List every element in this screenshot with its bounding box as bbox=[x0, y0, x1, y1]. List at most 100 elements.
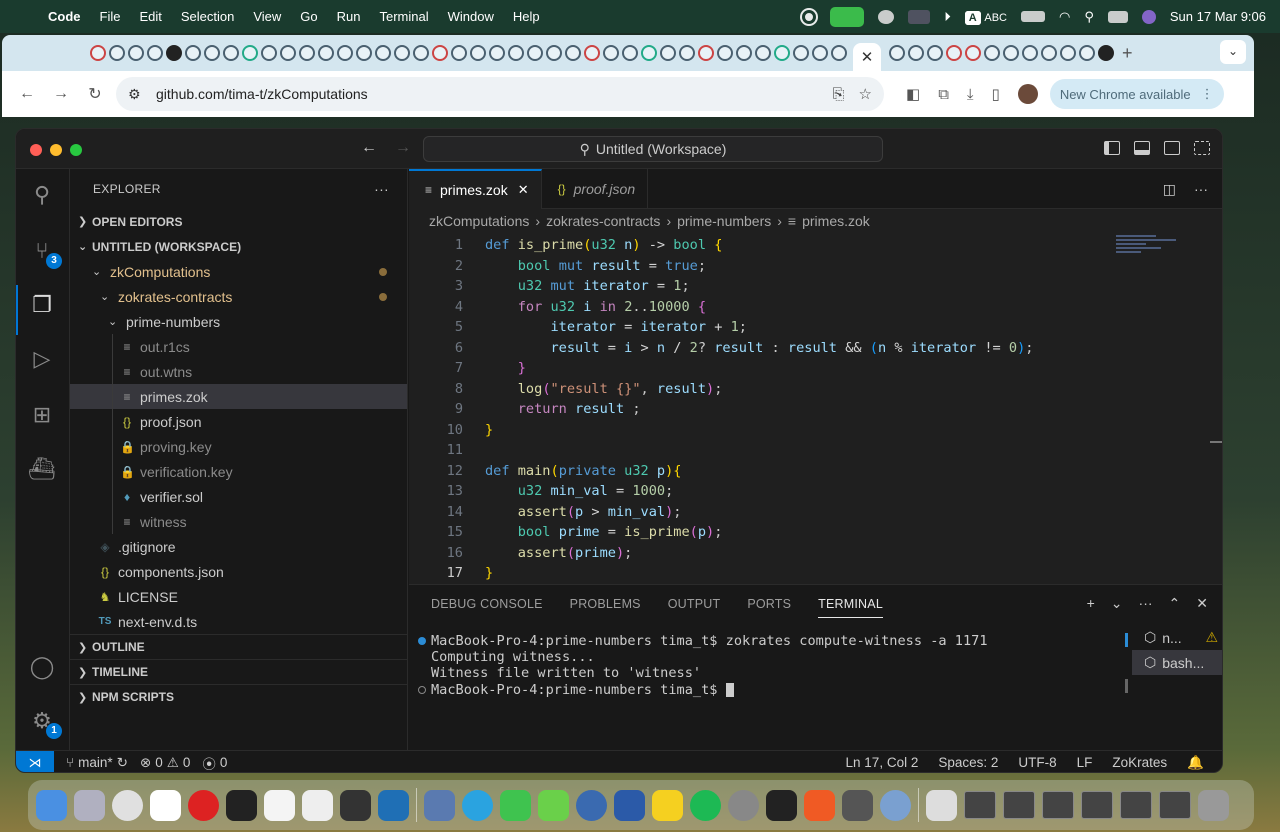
tab-favicon[interactable] bbox=[470, 45, 486, 61]
preview-icon[interactable] bbox=[424, 789, 455, 821]
terminal-output[interactable]: MacBook-Pro-4:prime-numbers tima_t$ zokr… bbox=[409, 633, 1109, 698]
tab-favicon[interactable] bbox=[147, 45, 163, 61]
tab-favicon[interactable] bbox=[337, 45, 353, 61]
tab-favicon[interactable] bbox=[1003, 45, 1019, 61]
tree-file[interactable]: ≡ primes.zok bbox=[70, 384, 407, 409]
input-source-badge[interactable]: A bbox=[964, 11, 981, 25]
tree-file[interactable]: {} proof.json bbox=[70, 409, 407, 434]
tab-favicon[interactable] bbox=[793, 45, 809, 61]
section-timeline[interactable]: ❯ TIMELINE bbox=[70, 659, 407, 684]
menu-run[interactable]: Run bbox=[337, 9, 361, 24]
tree-folder[interactable]: ⌄ zkComputations bbox=[70, 259, 407, 284]
side-panel-icon[interactable]: ▯ bbox=[992, 85, 1000, 103]
tab-favicon[interactable] bbox=[451, 45, 467, 61]
brave-icon[interactable] bbox=[804, 789, 835, 821]
menu-view[interactable]: View bbox=[253, 9, 281, 24]
breadcrumb-item[interactable]: primes.zok bbox=[802, 213, 870, 229]
tree-file[interactable]: ♦ verifier.sol bbox=[70, 484, 407, 509]
tab-favicon[interactable] bbox=[927, 45, 943, 61]
wifi-icon[interactable]: ◠ bbox=[1059, 9, 1070, 25]
github-icon[interactable] bbox=[109, 45, 125, 61]
tab-favicon[interactable] bbox=[984, 45, 1000, 61]
tab-favicon[interactable] bbox=[660, 45, 676, 61]
play-icon[interactable]: ⏵ bbox=[944, 9, 951, 25]
tab-favicon[interactable] bbox=[946, 45, 962, 61]
duck-app-icon[interactable] bbox=[652, 789, 683, 821]
more-actions-icon[interactable]: ··· bbox=[1139, 595, 1153, 612]
breadcrumb-item[interactable]: zkComputations bbox=[429, 213, 529, 229]
menu-selection[interactable]: Selection bbox=[181, 9, 234, 24]
cursor-position[interactable]: Ln 17, Col 2 bbox=[846, 755, 919, 771]
extensions-puzzle-icon[interactable]: ⧉ bbox=[938, 86, 949, 103]
tab-favicon[interactable] bbox=[223, 45, 239, 61]
tab-favicon[interactable] bbox=[204, 45, 220, 61]
tab-favicon[interactable] bbox=[128, 45, 144, 61]
tab-favicon[interactable] bbox=[774, 45, 790, 61]
minimap[interactable] bbox=[1116, 235, 1178, 265]
opera-icon[interactable] bbox=[188, 789, 219, 821]
more-actions-icon[interactable]: ··· bbox=[1194, 181, 1208, 198]
tab-favicon[interactable] bbox=[831, 45, 847, 61]
reminders-icon[interactable] bbox=[264, 789, 295, 821]
accounts-icon[interactable]: ◯ bbox=[28, 653, 56, 681]
textedit-icon[interactable] bbox=[302, 789, 333, 821]
sync-icon[interactable]: ↻ bbox=[117, 755, 128, 771]
install-app-icon[interactable]: ⎘ bbox=[833, 86, 845, 103]
address-bar[interactable]: ⚙ github.com/tima-t/zkComputations ⎘ ☆ bbox=[116, 77, 884, 111]
reload-icon[interactable]: ↻ bbox=[82, 84, 108, 104]
launchpad-icon[interactable] bbox=[74, 789, 105, 821]
close-tab-icon[interactable]: ✕ bbox=[518, 182, 529, 198]
calculator-icon[interactable] bbox=[842, 789, 873, 821]
toggle-panel-icon[interactable] bbox=[1134, 141, 1150, 155]
tab-favicon[interactable] bbox=[736, 45, 752, 61]
tab-favicon[interactable] bbox=[432, 45, 448, 61]
source-control-icon[interactable]: ⑂ 3 bbox=[28, 237, 62, 269]
toggle-secondary-sidebar-icon[interactable] bbox=[1164, 141, 1180, 155]
tab-favicon[interactable] bbox=[698, 45, 714, 61]
branch-indicator[interactable]: ⑂ main* ↻ bbox=[66, 755, 128, 771]
tree-file[interactable]: ≡ witness bbox=[70, 509, 407, 534]
tab-favicon[interactable] bbox=[280, 45, 296, 61]
menu-go[interactable]: Go bbox=[300, 9, 317, 24]
close-window-button[interactable] bbox=[30, 144, 42, 156]
menu-edit[interactable]: Edit bbox=[139, 9, 161, 24]
chevron-down-icon[interactable]: ⌄ bbox=[1111, 595, 1123, 612]
address-url[interactable]: github.com/tima-t/zkComputations bbox=[156, 86, 819, 102]
ports-indicator[interactable]: ⦿ 0 bbox=[202, 753, 227, 773]
run-debug-icon[interactable]: ▷ bbox=[28, 345, 56, 373]
end-of-line[interactable]: LF bbox=[1077, 755, 1093, 771]
control-center-icon[interactable] bbox=[1107, 10, 1128, 23]
minimized-window-thumbnail[interactable] bbox=[964, 791, 996, 819]
indentation[interactable]: Spaces: 2 bbox=[938, 755, 998, 771]
tree-file[interactable]: 🔒 verification.key bbox=[70, 459, 407, 484]
vscode-app-icon[interactable] bbox=[378, 789, 409, 821]
settings-gear-icon[interactable]: ⚙ 1 bbox=[28, 707, 62, 739]
command-center[interactable]: ⚲ Untitled (Workspace) bbox=[423, 136, 883, 162]
status-app-icon[interactable] bbox=[878, 9, 895, 24]
magnifier-app-icon[interactable] bbox=[880, 789, 911, 821]
tab-favicon[interactable] bbox=[1041, 45, 1057, 61]
tab-favicon[interactable] bbox=[584, 45, 600, 61]
tab-favicon[interactable] bbox=[603, 45, 619, 61]
input-source-label[interactable]: ABC bbox=[984, 12, 1007, 24]
tree-folder[interactable]: ⌄ prime-numbers bbox=[70, 309, 407, 334]
go-forward-icon[interactable]: → bbox=[395, 139, 411, 157]
extensions-icon[interactable]: ⊞ bbox=[28, 401, 56, 429]
tab-favicon[interactable] bbox=[261, 45, 277, 61]
tab-favicon[interactable] bbox=[889, 45, 905, 61]
problems-indicator[interactable]: ⊗ 0 ⚠ 0 bbox=[140, 755, 190, 771]
tree-file[interactable]: 🔒 proving.key bbox=[70, 434, 407, 459]
new-tab-icon[interactable]: + bbox=[1122, 43, 1133, 64]
toggle-sidebar-icon[interactable] bbox=[1104, 141, 1120, 155]
command-success-dot[interactable] bbox=[418, 637, 426, 645]
tree-file[interactable]: ≡ out.r1cs bbox=[70, 334, 407, 359]
remote-indicator-icon[interactable]: ⋊ bbox=[16, 750, 54, 772]
menu-help[interactable]: Help bbox=[513, 9, 540, 24]
tab-favicon[interactable] bbox=[185, 45, 201, 61]
tab-favicon[interactable] bbox=[375, 45, 391, 61]
calendar-icon[interactable] bbox=[150, 789, 181, 821]
telegram-icon[interactable] bbox=[462, 789, 493, 821]
tab-favicon[interactable] bbox=[546, 45, 562, 61]
go-back-icon[interactable]: ← bbox=[361, 139, 377, 157]
language-mode[interactable]: ZoKrates bbox=[1112, 755, 1167, 771]
